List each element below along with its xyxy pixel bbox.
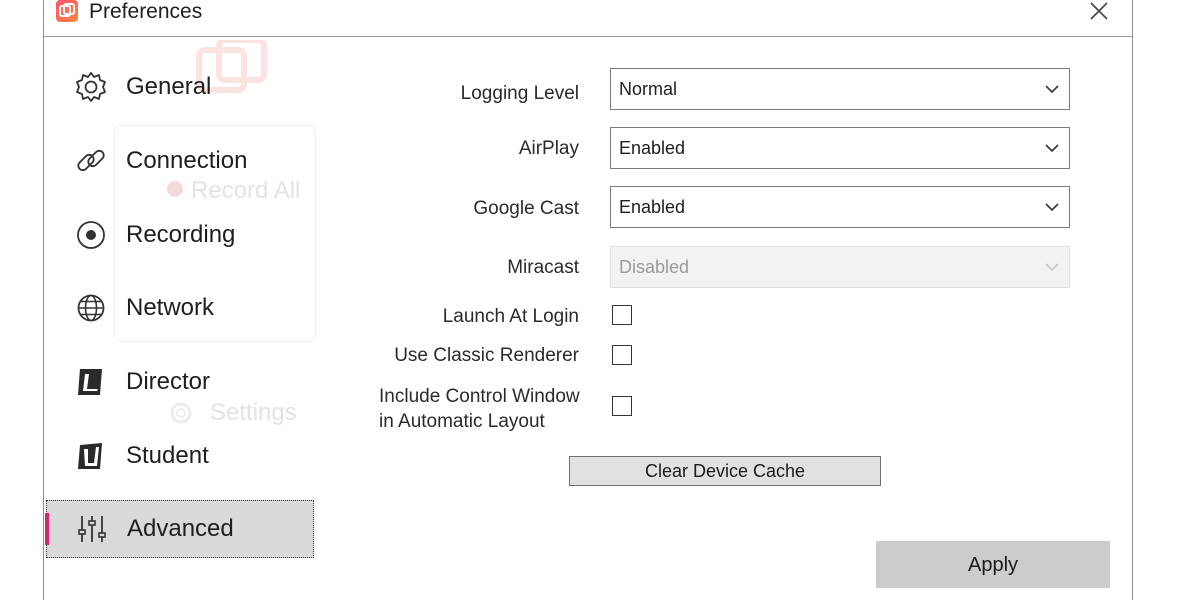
control-window-label-line2: in Automatic Layout: [379, 411, 545, 432]
sidebar-item-label: Recording: [126, 221, 236, 248]
title-bar: Preferences: [44, 0, 1132, 37]
logging-level-label: Logging Level: [460, 83, 579, 104]
sidebar-item-label: Director: [126, 368, 211, 395]
launch-at-login-checkbox[interactable]: [612, 305, 632, 325]
clear-device-cache-button[interactable]: Clear Device Cache: [569, 456, 881, 486]
classic-renderer-label: Use Classic Renderer: [394, 345, 579, 366]
chevron-down-icon: [1045, 82, 1059, 101]
director-icon: [74, 365, 108, 399]
google-cast-select[interactable]: Enabled: [610, 186, 1070, 228]
launch-at-login-label: Launch At Login: [442, 306, 579, 327]
sidebar-item-student[interactable]: Student: [46, 427, 314, 485]
classic-renderer-checkbox[interactable]: [612, 345, 632, 365]
link-icon: [74, 144, 108, 178]
control-window-label-line1: Include Control Window: [379, 386, 580, 407]
airplay-value: Enabled: [619, 138, 686, 158]
miracast-value: Disabled: [619, 257, 690, 277]
sidebar-item-recording[interactable]: Recording: [46, 206, 314, 264]
sidebar-item-label: Connection: [126, 147, 248, 174]
apply-button[interactable]: Apply: [876, 541, 1110, 588]
chevron-down-icon: [1045, 200, 1059, 219]
sidebar-item-label: Network: [126, 294, 215, 321]
app-logo-icon: [56, 0, 78, 22]
sidebar-item-connection[interactable]: Connection: [46, 132, 314, 190]
control-window-checkbox[interactable]: [612, 396, 632, 416]
student-icon: [74, 439, 108, 473]
sidebar-item-network[interactable]: Network: [46, 279, 314, 337]
logging-level-select[interactable]: Normal: [610, 68, 1070, 110]
miracast-select[interactable]: Disabled: [610, 246, 1070, 288]
miracast-label: Miracast: [507, 257, 579, 278]
selection-indicator: [45, 513, 49, 545]
chevron-down-icon: [1045, 141, 1059, 160]
record-icon: [74, 218, 108, 252]
sidebar-item-general[interactable]: General: [46, 58, 314, 116]
airplay-select[interactable]: Enabled: [610, 127, 1070, 169]
sliders-icon: [75, 512, 109, 546]
window-title: Preferences: [89, 0, 203, 23]
sidebar-item-director[interactable]: Director: [46, 353, 314, 411]
close-icon[interactable]: [1088, 0, 1110, 22]
sidebar-item-label: General: [126, 73, 212, 100]
airplay-label: AirPlay: [518, 138, 579, 159]
google-cast-value: Enabled: [619, 197, 686, 217]
logging-level-value: Normal: [619, 79, 678, 99]
sidebar-item-label: Student: [126, 442, 209, 469]
sidebar-item-label: Advanced: [127, 515, 234, 542]
gear-icon: [74, 70, 108, 104]
preferences-window: Preferences Record All Settings General …: [43, 0, 1133, 600]
chevron-down-icon: [1045, 260, 1059, 279]
globe-icon: [74, 291, 108, 325]
sidebar-item-advanced[interactable]: Advanced: [45, 500, 314, 558]
google-cast-label: Google Cast: [473, 198, 579, 219]
